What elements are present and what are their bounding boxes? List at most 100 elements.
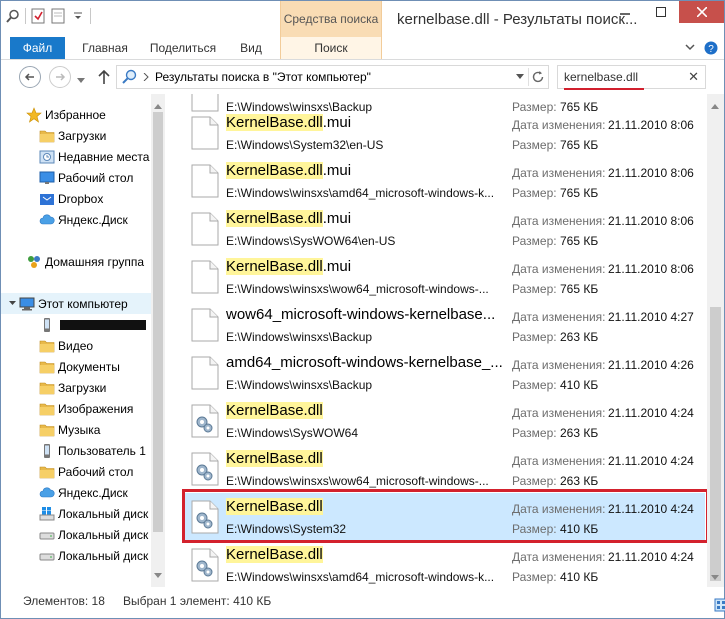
nav-item[interactable]: Недавние места [1,146,151,167]
file-name: KernelBase.dll.mui [226,210,351,227]
nav-item[interactable]: Пользователь 1 [1,440,151,461]
size-label: Размер: [512,474,557,488]
nav-item[interactable]: Локальный диск [1,545,151,566]
close-button[interactable] [679,1,724,23]
nav-item-label: Загрузки [58,380,107,395]
modified-date: 21.11.2010 8:06 [608,262,694,276]
toolbar-divider [90,8,91,24]
file-icon [191,212,219,246]
tab-file[interactable]: Файл [10,37,65,59]
scroll-up-arrow-icon[interactable] [154,98,162,112]
folder-icon [39,128,55,144]
file-icon [191,260,219,294]
modified-date: 21.11.2010 8:06 [608,166,694,180]
properties-icon[interactable] [30,8,46,24]
nav-item-label: Локальный диск [58,527,149,542]
nav-item[interactable] [1,314,151,335]
result-row[interactable]: amd64_microsoft-windows-kernelbase_... E:… [183,349,705,397]
scroll-down-arrow-icon[interactable] [711,569,719,583]
nav-item[interactable]: Dropbox [1,188,151,209]
breadcrumb[interactable]: Результаты поиска в "Этот компьютер" [155,70,371,84]
minimize-button[interactable] [607,1,643,23]
magnifier-icon[interactable] [5,8,21,24]
nav-item[interactable]: Локальный диск [1,524,151,545]
nav-item[interactable]: Локальный диск [1,503,151,524]
results-scroll-thumb[interactable] [710,307,721,581]
file-path: E:\Windows\winsxs\Backup [226,330,373,344]
nav-item[interactable]: Рабочий стол [1,167,151,188]
nav-item-label: Избранное [45,107,106,122]
result-row[interactable]: KernelBase.dll E:\Windows\winsxs\wow64_mi… [183,445,705,493]
file-path: E:\Windows\winsxs\wow64_microsoft-window… [226,474,489,488]
nav-item-label: Этот компьютер [38,296,128,311]
scroll-down-arrow-icon[interactable] [154,567,162,581]
status-bar: Элементов: 18 Выбран 1 элемент: 410 КБ [1,589,725,618]
nav-item[interactable]: Рабочий стол [1,461,151,482]
customize-toolbar-icon[interactable] [70,8,86,24]
result-row[interactable]: KernelBase.dll.mui E:\Windows\winsxs\wow6… [183,253,705,301]
nav-scrollbar[interactable] [151,94,165,587]
modified-date: 21.11.2010 4:24 [608,406,694,420]
search-input[interactable]: kernelbase.dll ✕ [557,65,706,90]
address-bar[interactable]: Результаты поиска в "Этот компьютер" [116,65,549,89]
results-scrollbar[interactable] [707,94,724,587]
large-icons-view-icon[interactable] [714,598,725,615]
modified-label: Дата изменения: [512,406,606,420]
tab-share[interactable]: Поделиться [147,37,219,59]
file-size: 765 КБ [560,138,599,152]
modified-label: Дата изменения: [512,166,606,180]
item-count: Элементов: 18 [23,594,105,608]
phone-icon [39,443,55,459]
file-name: amd64_microsoft-windows-kernelbase_... [226,354,503,371]
nav-item[interactable]: Музыка [1,419,151,440]
result-row[interactable]: KernelBase.dll E:\Windows\SysWOW64 Дата из… [183,397,705,445]
size-label: Размер: [512,138,557,152]
nav-item[interactable]: Яндекс.Диск [1,482,151,503]
folder-icon [39,422,55,438]
result-row[interactable]: wow64_microsoft-windows-kernelbase... E:\… [183,301,705,349]
nav-scroll-thumb[interactable] [153,112,163,532]
tab-view[interactable]: Вид [233,37,269,59]
nav-item[interactable]: Яндекс.Диск [1,209,151,230]
nav-item[interactable]: Домашняя группа [1,251,151,272]
clear-search-icon[interactable]: ✕ [688,69,699,85]
expand-ribbon-icon[interactable] [684,41,696,58]
scroll-up-arrow-icon[interactable] [711,98,719,112]
nav-item[interactable]: Изображения [1,398,151,419]
result-row[interactable]: KernelBase.dll.mui E:\Windows\SysWOW64\en… [183,205,705,253]
nav-item[interactable]: Загрузки [1,125,151,146]
star-icon [26,106,42,123]
expand-chevron-icon[interactable] [9,299,16,306]
nav-item-label: Dropbox [58,191,104,206]
file-name: KernelBase.dll.mui [226,162,351,179]
help-icon[interactable]: ? [704,41,718,58]
desktop-icon [39,170,55,186]
result-row[interactable]: KernelBase.dll.mui E:\Windows\System32\en… [183,109,705,157]
dropdown-chevron-icon[interactable] [516,74,524,80]
recent-locations-icon[interactable] [77,73,85,87]
tab-search[interactable]: Поиск [281,37,381,59]
forward-button[interactable] [49,66,71,88]
context-tab-title: Средства поиска [281,1,381,37]
divider [528,68,529,86]
tab-home[interactable]: Главная [77,37,133,59]
file-path: E:\Windows\System32\en-US [226,138,384,152]
nav-item[interactable]: Загрузки [1,377,151,398]
breadcrumb-chevron-icon[interactable] [143,73,149,81]
result-row[interactable]: KernelBase.dll E:\Windows\winsxs\amd64_mi… [183,541,705,587]
nav-item[interactable]: Документы [1,356,151,377]
nav-item[interactable]: Видео [1,335,151,356]
nav-item-label: Документы [58,359,120,374]
result-row[interactable]: KernelBase.dll.mui E:\Windows\winsxs\amd6… [183,157,705,205]
nav-item[interactable]: Этот компьютер [1,293,151,314]
file-name: KernelBase.dll.mui [226,114,351,131]
new-folder-icon[interactable] [50,8,66,24]
nav-item[interactable]: Избранное [1,104,151,125]
file-size: 263 КБ [560,426,599,440]
maximize-button[interactable] [643,1,679,23]
back-button[interactable] [19,66,41,88]
phone-icon [39,317,55,333]
up-arrow-icon[interactable] [97,69,111,88]
refresh-icon[interactable] [531,70,545,84]
file-name-rest: amd64_microsoft-windows-kernelbase_... [226,354,503,371]
